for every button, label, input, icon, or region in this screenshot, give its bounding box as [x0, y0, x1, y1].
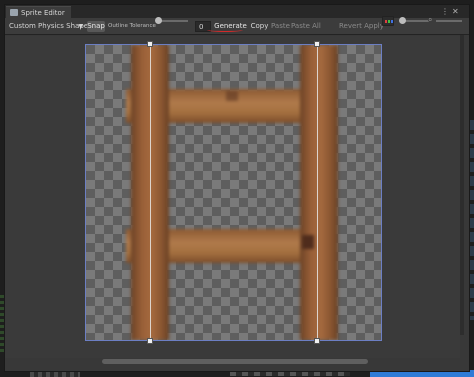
- generate-annotation-underline: [207, 28, 243, 32]
- mip-slider[interactable]: [436, 20, 462, 22]
- revert-button[interactable]: Revert: [339, 21, 362, 32]
- horizontal-scrollbar[interactable]: [102, 359, 368, 364]
- mode-dropdown-label: Custom Physics Shape: [9, 22, 89, 30]
- vertical-scrollbar[interactable]: [460, 35, 464, 335]
- outline-tolerance-label: Outline Tolerance: [108, 23, 156, 29]
- physics-shape-vertex[interactable]: [314, 338, 320, 344]
- outline-tolerance-slider-handle[interactable]: [155, 17, 162, 24]
- physics-shape-edge-right[interactable]: [317, 44, 318, 341]
- physics-shape-vertex[interactable]: [314, 41, 320, 47]
- apply-button[interactable]: Apply: [364, 21, 384, 32]
- wood-knot: [226, 91, 238, 101]
- rgb-channel-icon[interactable]: [382, 16, 394, 26]
- more-menu-icon[interactable]: ⋮: [441, 7, 449, 16]
- physics-shape-edge-left[interactable]: [150, 44, 151, 341]
- zoom-slider-handle[interactable]: [399, 17, 406, 24]
- ladder-rail-right: [300, 45, 338, 340]
- close-icon[interactable]: ✕: [452, 7, 459, 16]
- sprite-editor-icon: [10, 9, 18, 16]
- physics-shape-vertex[interactable]: [147, 338, 153, 344]
- snap-toggle[interactable]: Snap: [87, 21, 105, 32]
- sprite-preview[interactable]: [85, 44, 382, 341]
- window-tab[interactable]: Sprite Editor: [6, 6, 71, 18]
- physics-shape-vertex[interactable]: [147, 41, 153, 47]
- title-bar: Sprite Editor ⋮ ✕: [5, 5, 469, 18]
- window-title: Sprite Editor: [21, 8, 65, 17]
- mode-dropdown[interactable]: Custom Physics Shape ▼: [9, 21, 89, 32]
- chevron-down-icon: ▼: [78, 23, 83, 30]
- wood-knot: [302, 235, 314, 249]
- paste-button[interactable]: Paste: [271, 21, 290, 32]
- copy-button[interactable]: Copy: [250, 21, 269, 32]
- zoom-icon: ⌕: [428, 15, 433, 24]
- ladder-sprite: [86, 45, 381, 340]
- paste-all-button[interactable]: Paste All: [291, 21, 321, 32]
